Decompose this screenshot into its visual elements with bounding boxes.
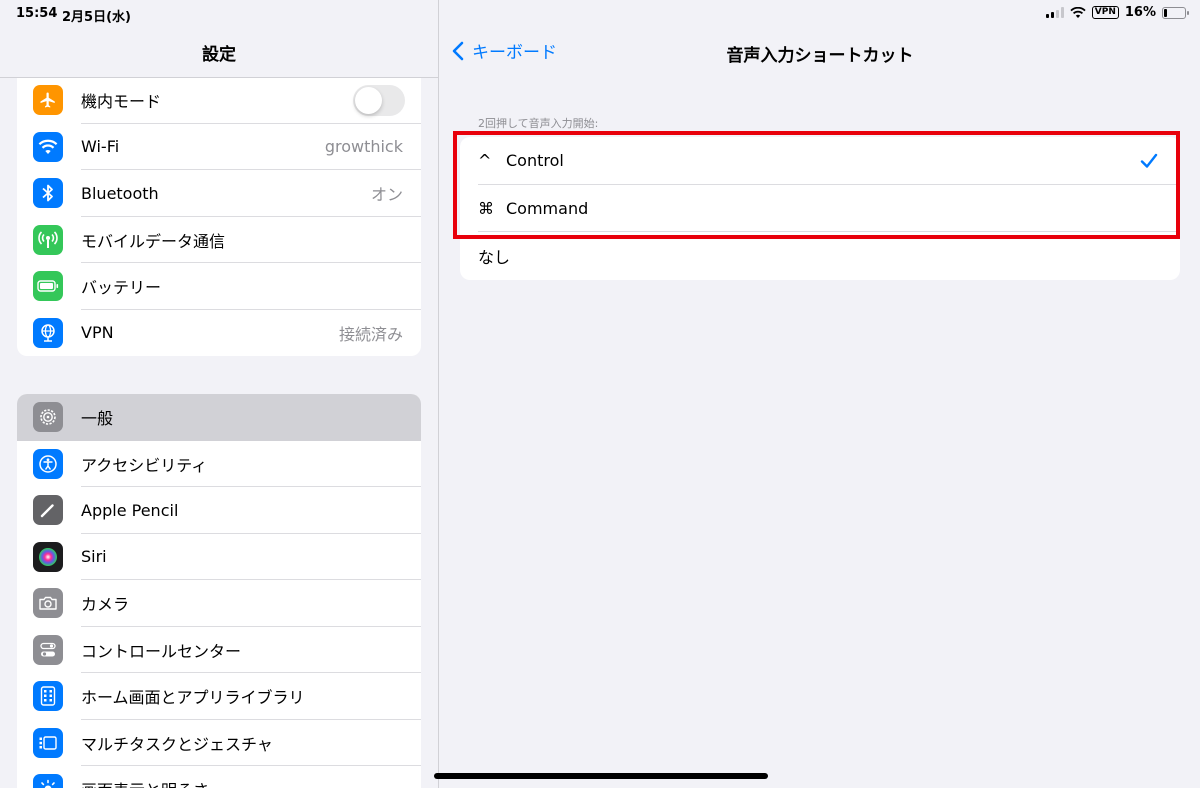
sidebar-item-label: 画面表示と明るさ: [81, 777, 421, 788]
command-key-icon: ⌘: [478, 198, 494, 218]
battery-percent: 16%: [1124, 5, 1156, 20]
sidebar-item-vpn[interactable]: VPN 接続済み: [17, 310, 421, 357]
sidebar-item-siri[interactable]: Siri: [17, 534, 421, 580]
sidebar-item-accessibility[interactable]: アクセシビリティ: [17, 441, 421, 487]
settings-group-connectivity: 機内モード Wi-Fi growthick Bluetooth オン モバイルデ…: [17, 77, 421, 356]
sidebar-item-label: カメラ: [81, 595, 130, 615]
sidebar-header: 設定: [0, 28, 438, 78]
sidebar-item-mobile-data[interactable]: モバイルデータ通信: [17, 217, 421, 263]
home-indicator[interactable]: [434, 773, 768, 779]
toggle-knob: [355, 86, 382, 114]
wifi-network-value: growthick: [324, 137, 403, 157]
sidebar-item-display-brightness[interactable]: 画面表示と明るさ: [17, 766, 421, 788]
option-label: なし: [478, 247, 511, 267]
option-label: Control: [506, 151, 564, 171]
option-command[interactable]: ⌘ Command: [460, 185, 1180, 232]
sidebar-item-label: Apple Pencil: [81, 500, 179, 520]
bluetooth-icon: [33, 178, 63, 209]
gear-icon: [33, 402, 63, 433]
wifi-icon: [33, 131, 63, 162]
wifi-status-icon: [1070, 6, 1086, 18]
airplane-icon: [33, 85, 63, 116]
sidebar-item-wifi[interactable]: Wi-Fi growthick: [17, 124, 421, 170]
sidebar-item-label: VPN: [81, 323, 114, 343]
sidebar-item-label: Siri: [81, 547, 107, 567]
pencil-icon: [33, 495, 63, 526]
sidebar-item-bluetooth[interactable]: Bluetooth オン: [17, 170, 421, 217]
siri-icon: [33, 541, 63, 572]
sidebar-item-label: ホーム画面とアプリライブラリ: [81, 688, 305, 708]
page-title: 音声入力ショートカット: [726, 46, 914, 66]
chevron-left-icon: [452, 41, 464, 60]
back-button-label: キーボード: [472, 43, 557, 63]
sidebar-item-multitasking[interactable]: マルチタスクとジェスチャ: [17, 720, 421, 766]
multitask-icon: [33, 727, 63, 758]
sidebar-item-label: 一般: [81, 409, 114, 429]
back-button[interactable]: キーボード: [452, 38, 557, 63]
home-grid-icon: [33, 681, 63, 712]
sidebar-item-label: コントロールセンター: [81, 641, 242, 661]
sidebar-title: 設定: [202, 45, 236, 65]
section-header: 2回押して音声入力開始:: [478, 117, 599, 130]
airplane-mode-toggle[interactable]: [353, 84, 405, 116]
battery-status-icon: [1162, 6, 1189, 19]
sidebar-item-control-center[interactable]: コントロールセンター: [17, 627, 421, 673]
pane-divider: [438, 0, 439, 788]
option-label: Command: [506, 198, 589, 218]
sidebar-item-label: 機内モード: [81, 92, 162, 112]
sidebar-item-home-screen[interactable]: ホーム画面とアプリライブラリ: [17, 673, 421, 720]
sidebar-item-label: Bluetooth: [81, 183, 159, 203]
sidebar-item-label: Wi-Fi: [81, 137, 120, 157]
sidebar-item-label: マルチタスクとジェスチャ: [81, 734, 273, 754]
vpn-status-value: 接続済み: [338, 324, 403, 344]
sidebar-item-label: モバイルデータ通信: [81, 231, 226, 251]
settings-group-general: 一般 アクセシビリティ Apple Pencil Siri カメラ コントロール…: [17, 394, 421, 788]
sidebar-item-label: アクセシビリティ: [81, 455, 208, 475]
option-none[interactable]: なし: [460, 232, 1180, 280]
sidebar-item-label: バッテリー: [81, 278, 162, 298]
sidebar-item-general[interactable]: 一般: [17, 394, 421, 441]
cellular-signal-icon: [1045, 7, 1064, 18]
camera-icon: [33, 588, 63, 619]
shortcut-options-list: ^ Control ⌘ Command なし: [460, 137, 1180, 280]
control-key-icon: ^: [478, 151, 492, 171]
status-indicators: VPN 16%: [1045, 5, 1189, 20]
sidebar-item-apple-pencil[interactable]: Apple Pencil: [17, 487, 421, 534]
battery-icon: [33, 271, 63, 302]
battery-level-fill: [1164, 8, 1167, 17]
vpn-status-badge: VPN: [1091, 6, 1119, 19]
sidebar-item-airplane-mode[interactable]: 機内モード: [17, 77, 421, 124]
toggles-icon: [33, 634, 63, 665]
bluetooth-status-value: オン: [370, 185, 403, 205]
settings-sidebar: 設定 機内モード Wi-Fi growthick Bluetooth オン モバ…: [0, 0, 438, 788]
globe-icon: [33, 317, 63, 348]
accessibility-icon: [33, 448, 63, 479]
sun-icon: [33, 774, 63, 788]
option-control[interactable]: ^ Control: [460, 137, 1180, 185]
sidebar-item-camera[interactable]: カメラ: [17, 580, 421, 627]
antenna-icon: [33, 224, 63, 255]
sidebar-item-battery[interactable]: バッテリー: [17, 263, 421, 310]
checkmark-icon: [1140, 153, 1158, 168]
